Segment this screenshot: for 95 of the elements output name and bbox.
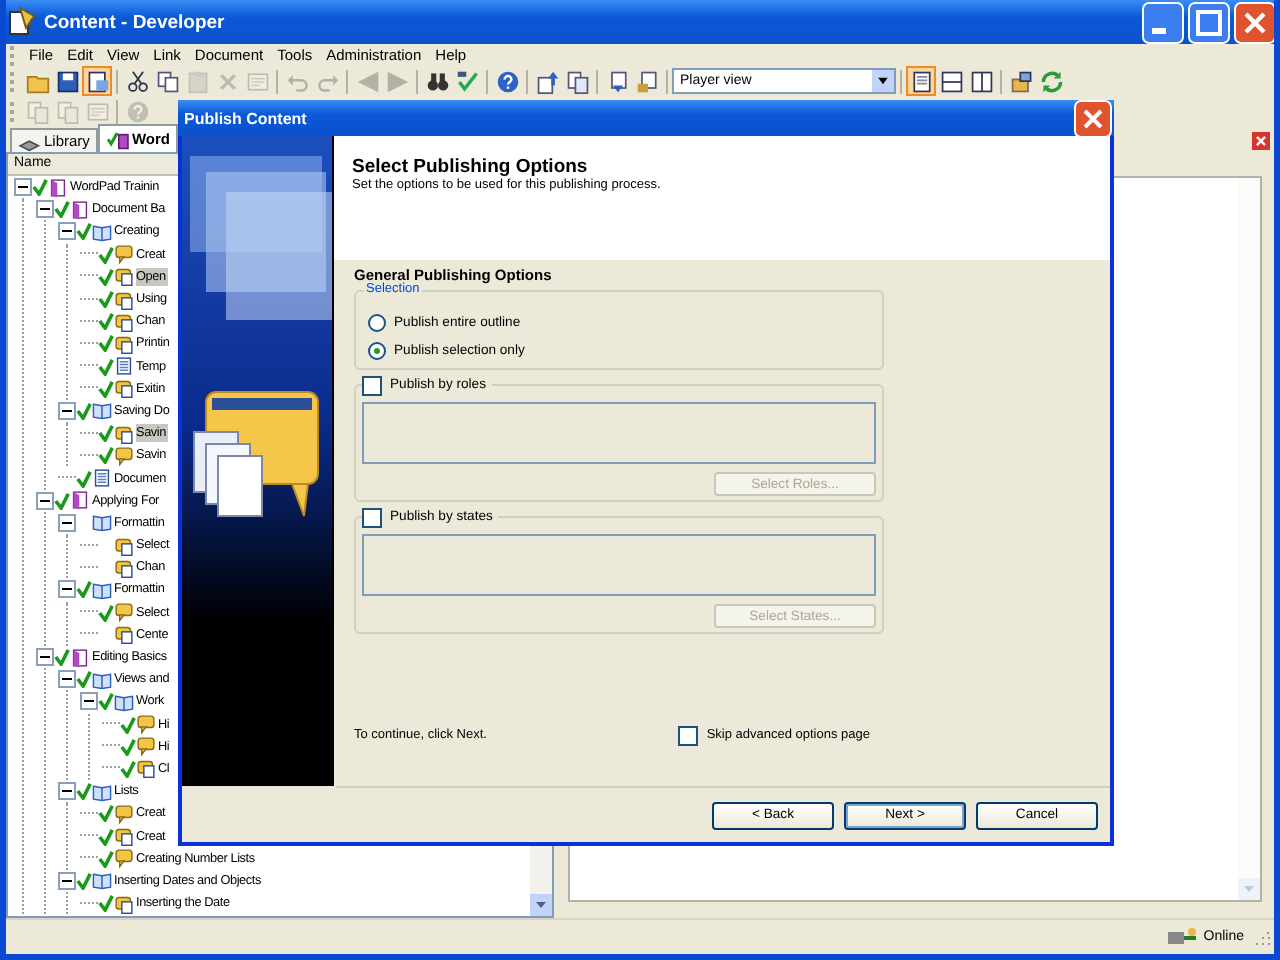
document-lock-icon	[635, 69, 659, 93]
topic-icon	[114, 378, 134, 399]
speech-bubble-icon	[114, 803, 134, 824]
close-button[interactable]	[1074, 99, 1112, 137]
open-book-icon	[92, 512, 112, 533]
scrollbar[interactable]	[1238, 178, 1260, 900]
close-tab-button[interactable]	[1252, 132, 1270, 150]
book-icon	[70, 647, 90, 668]
open-book-icon	[114, 691, 134, 712]
topic-icon	[114, 557, 134, 578]
expander-icon[interactable]	[36, 491, 54, 510]
package-icon	[1009, 69, 1033, 93]
help-button[interactable]	[492, 66, 522, 96]
topic-icon	[114, 423, 134, 444]
speech-bubble-icon	[136, 714, 156, 735]
expander-icon[interactable]	[36, 200, 54, 219]
resize-grip-icon[interactable]	[1250, 927, 1270, 947]
expander-icon[interactable]	[14, 178, 32, 197]
expander-icon[interactable]	[58, 513, 76, 532]
package-button[interactable]	[1006, 66, 1036, 96]
left-arrow-icon	[355, 69, 379, 93]
properties-icon	[85, 99, 109, 123]
minimize-button[interactable]	[1142, 1, 1184, 43]
open-book-icon	[92, 870, 112, 891]
documents-icon	[565, 69, 589, 93]
open-book-icon	[92, 221, 112, 242]
book-icon	[70, 199, 90, 220]
topic-icon	[114, 333, 134, 354]
speech-bubble-icon	[114, 848, 134, 869]
book-icon	[70, 490, 90, 511]
clipboard-icon	[185, 69, 209, 93]
open-book-icon	[92, 669, 112, 690]
vertical-split-button[interactable]	[966, 66, 996, 96]
topic-icon	[114, 535, 134, 556]
horizontal-split-button[interactable]	[936, 66, 966, 96]
expander-icon[interactable]	[58, 782, 76, 801]
documents-icon	[25, 99, 49, 123]
documents-button[interactable]	[562, 66, 592, 96]
refresh-icon	[1039, 69, 1063, 93]
spell-check-button[interactable]	[452, 66, 482, 96]
expander-icon[interactable]	[58, 401, 76, 420]
cross-icon	[215, 69, 239, 93]
document-view-icon	[85, 69, 109, 93]
binoculars-icon	[425, 69, 449, 93]
document-view-button[interactable]	[82, 66, 112, 96]
speech-bubble-icon	[114, 445, 134, 466]
disk-button[interactable]	[52, 66, 82, 96]
expander-icon[interactable]	[58, 222, 76, 241]
topic-icon	[114, 311, 134, 332]
horizontal-split-icon	[939, 69, 963, 93]
redo-arrow-icon	[315, 69, 339, 93]
dialog-title: Publish Content	[184, 109, 307, 127]
dialog-heading: Select Publishing Options	[352, 156, 590, 178]
single-pane-button[interactable]	[906, 66, 936, 96]
window-title: Content - Developer	[44, 11, 227, 33]
topic-icon	[114, 266, 134, 287]
topic-icon	[114, 289, 134, 310]
topic-icon	[136, 758, 156, 779]
close-button[interactable]	[1234, 1, 1274, 43]
properties-icon	[245, 69, 269, 93]
expander-icon[interactable]	[36, 648, 54, 667]
single-pane-icon	[909, 69, 933, 93]
expander-icon[interactable]	[80, 692, 98, 711]
book-icon	[48, 177, 68, 198]
checked-book-icon	[105, 129, 130, 149]
open-book-icon	[92, 400, 112, 421]
topic-icon	[114, 624, 134, 645]
scroll-down-button[interactable]	[530, 894, 552, 916]
help-icon	[495, 69, 519, 93]
copy-button[interactable]	[152, 66, 182, 96]
speech-bubble-icon	[114, 602, 134, 623]
network-icon	[1165, 925, 1198, 949]
open-book-icon	[92, 579, 112, 600]
open-book-icon	[92, 781, 112, 802]
undo-arrow-icon	[285, 69, 309, 93]
document-lock-button[interactable]	[632, 66, 662, 96]
topic-icon	[114, 826, 134, 847]
speech-bubble-icon	[114, 244, 134, 265]
document-icon	[92, 468, 112, 489]
expander-icon[interactable]	[58, 580, 76, 599]
speech-bubble-icon	[136, 736, 156, 757]
expander-icon[interactable]	[58, 871, 76, 890]
copy-icon	[155, 69, 179, 93]
vertical-split-icon	[969, 69, 993, 93]
spell-check-icon	[455, 69, 479, 93]
right-arrow-icon	[385, 69, 409, 93]
scissors-button[interactable]	[122, 66, 152, 96]
scissors-icon	[125, 69, 149, 93]
document-icon	[114, 356, 134, 377]
documents-icon	[55, 99, 79, 123]
maximize-button[interactable]	[1188, 1, 1230, 43]
help-icon	[125, 99, 149, 123]
app-icon	[6, 6, 38, 38]
document-up-arrow-button[interactable]	[532, 66, 562, 96]
expander-icon[interactable]	[58, 670, 76, 689]
